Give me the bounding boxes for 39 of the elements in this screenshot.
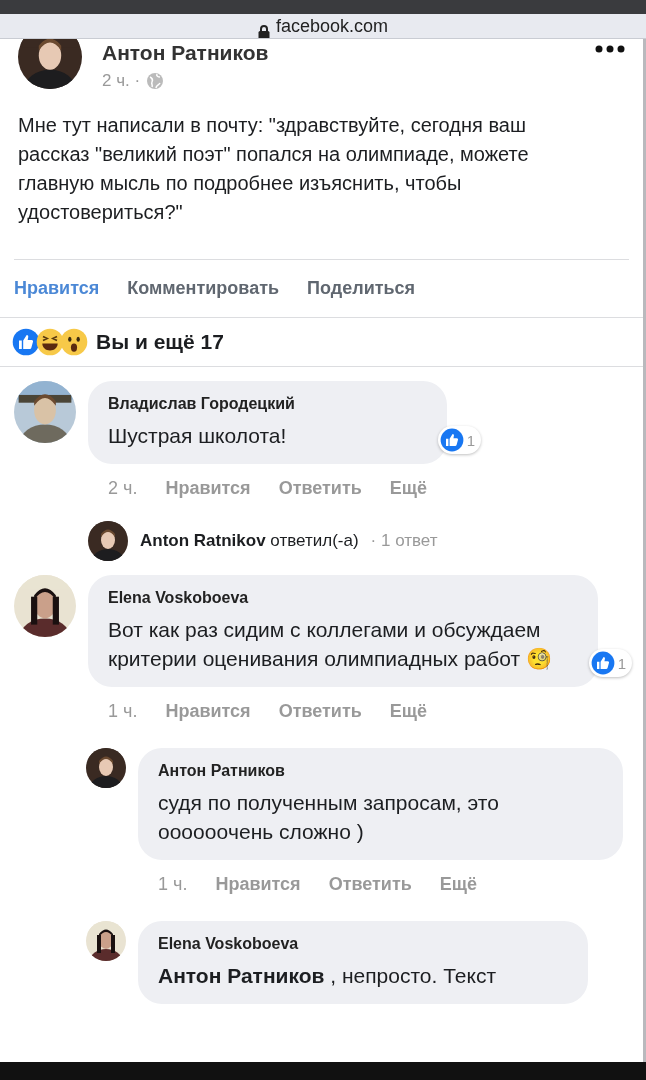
comment-action-link[interactable]: Ответить [328, 874, 412, 895]
laughing-emoji-icon [36, 328, 64, 356]
surprised-emoji-icon [60, 328, 88, 356]
address-bar[interactable]: facebook.com [0, 14, 646, 39]
comment-action-link[interactable]: Нравится [165, 701, 251, 722]
comment-time: 1 ч. [158, 874, 188, 895]
post-time: 2 ч. · [102, 71, 141, 91]
post-action-button[interactable]: Поделиться [307, 278, 416, 299]
comment-text: судя по полученным запросам, это ooooooчень сложно ) [158, 790, 500, 845]
comment-text: Шустрая школота! [108, 423, 288, 449]
post-action-button[interactable]: Комментировать [127, 278, 280, 299]
comment-action-link[interactable]: Нравится [215, 874, 301, 895]
comment-author: Антон Ратников [158, 762, 286, 780]
comment-text: Вот как раз сидим с коллегами и обсуждаем критерии оценивания олимпиадных работ 🧐 [108, 617, 553, 672]
comment-action-link[interactable]: Ответить [278, 478, 362, 499]
globe-icon [146, 72, 165, 90]
comment-action-link[interactable]: Ещё [439, 874, 478, 895]
comment-time: 1 ч. [108, 701, 138, 722]
replies-link[interactable]: Anton Ratnikov ответил(-а) [140, 531, 359, 551]
comment-time: 2 ч. [108, 478, 138, 499]
like-count: 1 [466, 431, 476, 449]
like-count: 1 [617, 654, 626, 672]
comment-action-link[interactable]: Ещё [389, 478, 428, 499]
post-text: Мне тут написали в почту: "здравствуйте, сегодня ваш рассказ "великий поэт" попался на олимпиаде, можете главную мысль по подробнее изъяснить, чтобы удостовериться?" [17, 113, 530, 225]
url-text: facebook.com [275, 15, 389, 37]
comment-author: Elena Voskoboeva [108, 589, 250, 607]
comment-action-link[interactable]: Нравится [165, 478, 251, 499]
post-action-button[interactable]: Нравится [14, 278, 100, 299]
reaction-summary[interactable]: Вы и ещё 17 [96, 330, 224, 354]
comment-text: Антон Ратников , непросто. Текст [158, 963, 498, 989]
more-icon[interactable] [595, 45, 625, 53]
lock-icon [257, 24, 270, 38]
comment-author: Elena Voskoboeva [158, 935, 300, 953]
post-author[interactable]: Антон Ратников [102, 41, 269, 65]
comment-action-link[interactable]: Ещё [389, 701, 428, 722]
like-icon [12, 328, 40, 356]
reply-count[interactable]: · 1 ответ [370, 531, 438, 551]
comment-author: Владислав Городецкий [108, 395, 296, 413]
comment-action-link[interactable]: Ответить [278, 701, 362, 722]
